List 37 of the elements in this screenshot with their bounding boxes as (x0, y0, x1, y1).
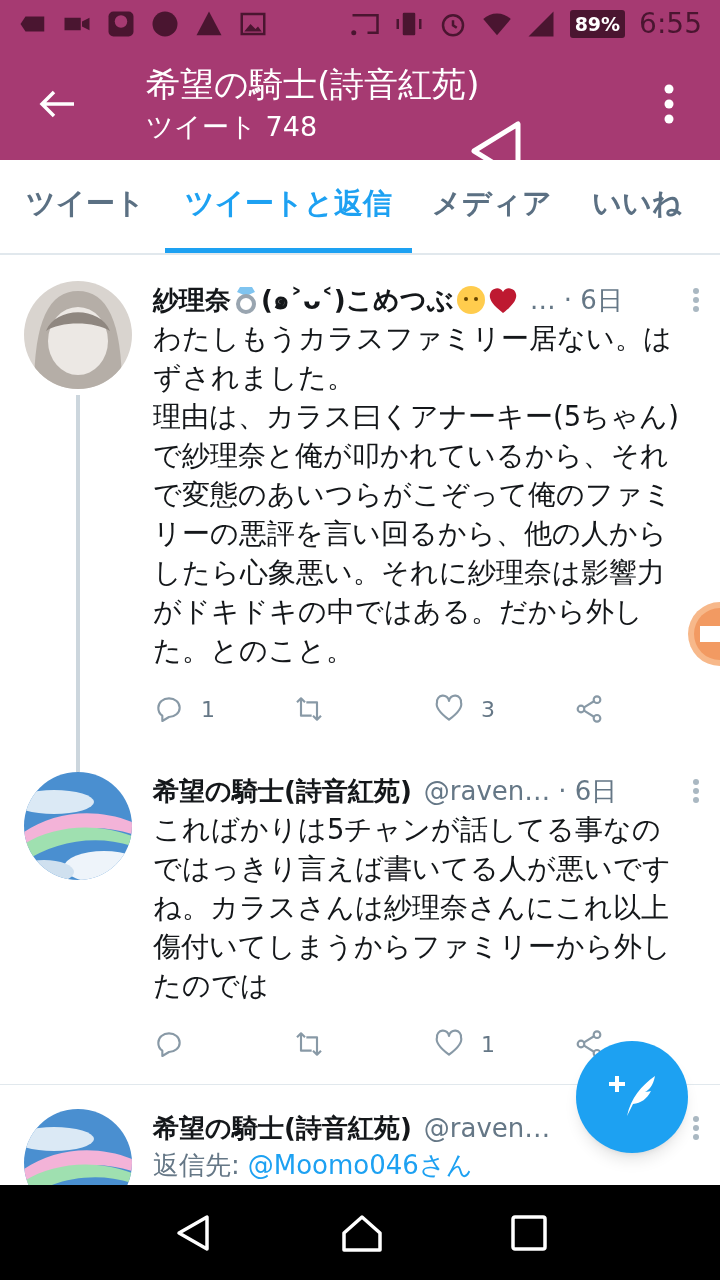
face-icon (455, 285, 486, 315)
more-icon[interactable] (692, 1115, 700, 1141)
action-count: 1 (201, 695, 215, 724)
profile-title: 希望の騎士(詩音紅苑) (146, 63, 481, 106)
overflow-menu-icon[interactable] (664, 84, 674, 124)
user-handle: … (529, 283, 556, 317)
tab[interactable]: ツイートと返信 (165, 160, 412, 253)
app-icon (106, 9, 136, 39)
tweet-time: · 6日 (558, 774, 618, 808)
user-handle: @raven… (423, 774, 551, 808)
tweet-time: · 6日 (563, 283, 623, 317)
back-arrow-icon[interactable] (38, 89, 76, 119)
heart-icon (487, 286, 518, 314)
nav-recents-icon[interactable] (510, 1214, 547, 1251)
reply-to-label: 返信先: (153, 1149, 240, 1182)
tweet-text: わたしもうカラスファミリー居ない。はずされました。 (153, 321, 673, 395)
tweet-text: 理由は、カラス曰くアナーキー(5ちゃん)で紗理奈と俺が叩かれているから、それで変態のあいつらがこぞって俺のファミリーの悪評を言い回るから、他の人からしたら心象悪い。それに紗理奈は影響力がドキドキの中ではある。だから外した。とのこと。 (153, 399, 680, 668)
tweet-count: ツイート 748 (146, 110, 319, 144)
more-icon[interactable] (692, 287, 700, 313)
user-name: 希望の騎士(詩音紅苑) (153, 1111, 412, 1145)
action-count: 1 (481, 1030, 495, 1059)
ring-icon (233, 285, 259, 315)
tab[interactable]: メディア (412, 160, 572, 253)
user-name: (๑˃ᴗ˂)こめつぶ (261, 283, 454, 317)
battery-indicator: 89% (569, 10, 626, 38)
more-icon[interactable] (692, 778, 700, 804)
video-call-bubble-icon[interactable] (688, 602, 720, 666)
mention-link[interactable]: @Moomo046さん (247, 1147, 473, 1183)
tweet-text: こればかりは5チャンが話してる事なのではっきり言えば書いてる人が悪いですね。カラスさんは紗理奈さんにこれ以上傷付いてしまうからファミリーから外したのでは (153, 812, 672, 1003)
clock: 6:55 (639, 6, 702, 42)
user-name: 紗理奈 (153, 283, 231, 317)
tab[interactable]: ツイート (6, 160, 165, 253)
user-name: 希望の騎士(詩音紅苑) (153, 774, 412, 808)
action-count: 3 (481, 695, 495, 724)
tab[interactable]: いいね (572, 160, 702, 253)
nav-home-icon[interactable] (340, 1212, 384, 1253)
user-handle: @raven… (423, 1111, 551, 1145)
